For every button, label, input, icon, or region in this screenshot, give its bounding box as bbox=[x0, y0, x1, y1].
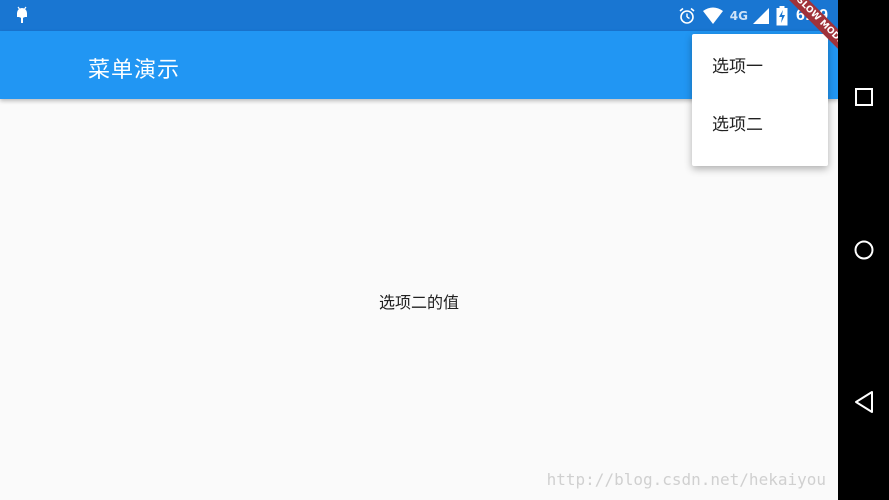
back-button[interactable] bbox=[838, 390, 889, 414]
debug-banner: SLOW MODE bbox=[768, 0, 838, 70]
recents-icon bbox=[854, 88, 873, 106]
selected-value-text: 选项二的值 bbox=[378, 293, 459, 312]
app-title: 菜单演示 bbox=[88, 58, 181, 83]
status-bar: 4G 6:19 bbox=[0, 0, 838, 31]
app-screen: 4G 6:19 菜单演示 选项二的值 选项一 选项二 SLOW MODE htt… bbox=[0, 0, 838, 500]
navigation-bar bbox=[838, 0, 889, 500]
home-icon bbox=[854, 240, 873, 260]
alarm-icon bbox=[679, 7, 695, 24]
wifi-icon bbox=[702, 7, 723, 24]
home-button[interactable] bbox=[838, 239, 889, 261]
debug-banner-label: SLOW MODE bbox=[779, 0, 838, 62]
watermark: http://blog.csdn.net/hekaiyou bbox=[546, 470, 826, 489]
network-type-label: 4G bbox=[729, 9, 748, 23]
android-icon bbox=[17, 6, 27, 23]
recents-button[interactable] bbox=[838, 87, 889, 107]
menu-item-option-2[interactable]: 选项二 bbox=[692, 96, 828, 154]
back-icon bbox=[854, 391, 873, 413]
